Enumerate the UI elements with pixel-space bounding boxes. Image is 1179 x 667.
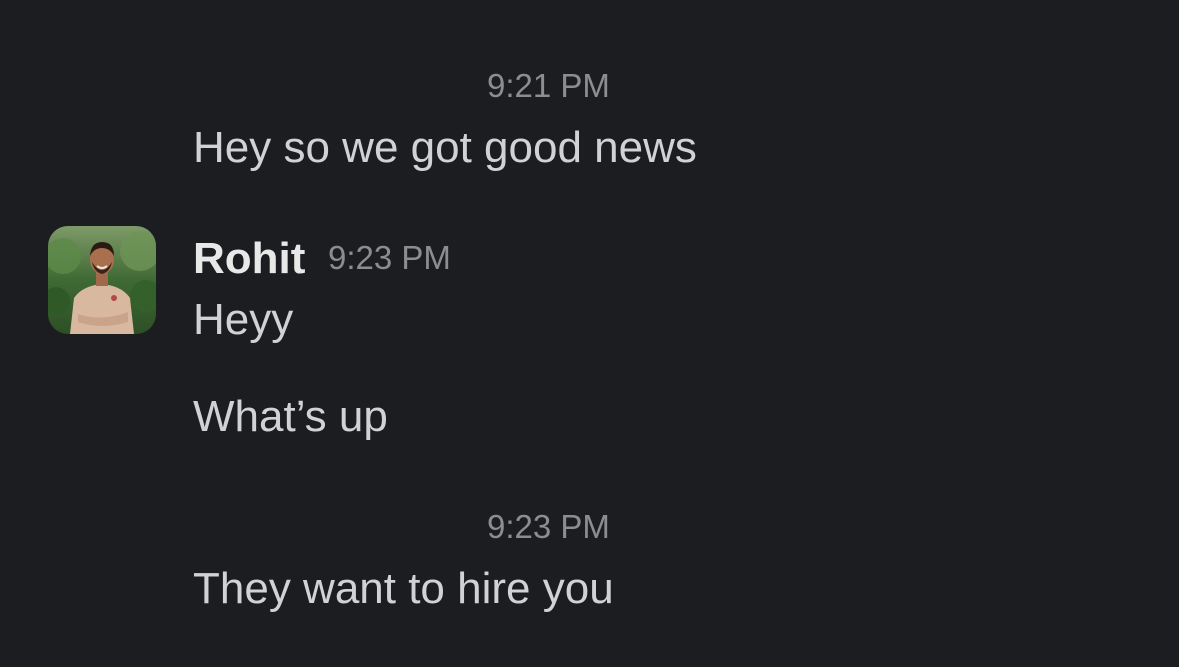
user-photo-avatar-icon: [48, 226, 156, 334]
message-text: Heyy: [193, 295, 294, 344]
message-timestamp[interactable]: 9:21 PM: [487, 66, 610, 106]
message-text: They want to hire you: [193, 564, 614, 613]
avatar[interactable]: [48, 226, 156, 334]
message-text: Hey so we got good news: [193, 123, 697, 172]
message-timestamp[interactable]: 9:23 PM: [487, 507, 610, 547]
message-timestamp[interactable]: 9:23 PM: [328, 238, 451, 278]
sender-name[interactable]: Rohit: [193, 232, 305, 286]
message-text: What’s up: [193, 392, 388, 441]
